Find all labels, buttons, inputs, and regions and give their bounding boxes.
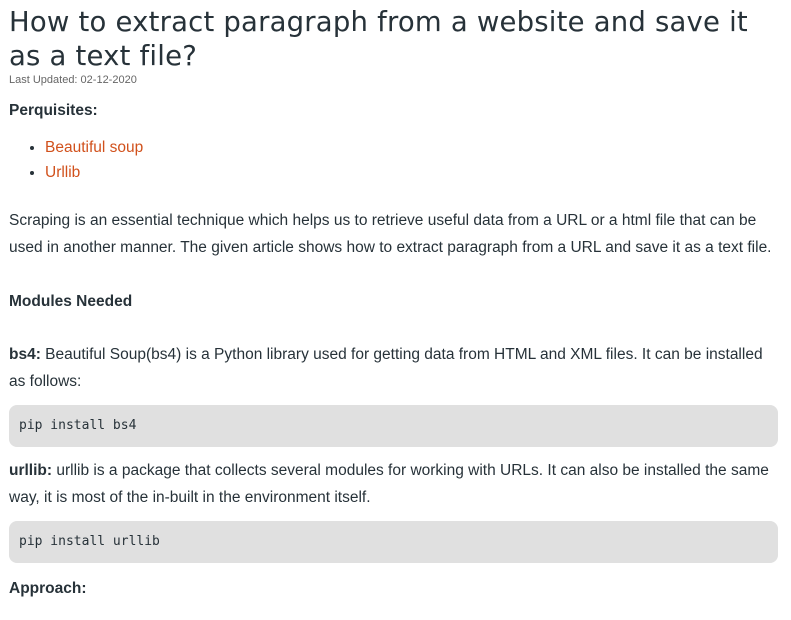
bs4-description: Beautiful Soup(bs4) is a Python library … — [9, 346, 763, 390]
urllib-term: urllib: — [9, 462, 53, 479]
list-item: Beautiful soup — [45, 135, 778, 160]
urllib-description: urllib is a package that collects severa… — [9, 462, 769, 506]
approach-heading: Approach: — [9, 580, 87, 597]
page-title: How to extract paragraph from a website … — [9, 6, 748, 72]
modules-needed-heading: Modules Needed — [9, 293, 133, 310]
intro-paragraph: Scraping is an essential technique which… — [9, 212, 772, 256]
urllib-code-block[interactable]: pip install urllib — [9, 521, 778, 563]
list-item: Urllib — [45, 160, 778, 185]
last-updated-date: Last Updated: 02-12-2020 — [9, 74, 137, 86]
urllib-link[interactable]: Urllib — [45, 164, 80, 181]
article: How to extract paragraph from a website … — [0, 0, 791, 620]
beautiful-soup-link[interactable]: Beautiful soup — [45, 139, 143, 156]
bs4-paragraph: bs4: Beautiful Soup(bs4) is a Python lib… — [9, 341, 778, 395]
prerequisites-list: Beautiful soup Urllib — [9, 135, 778, 185]
bs4-code-block[interactable]: pip install bs4 — [9, 405, 778, 447]
urllib-paragraph: urllib: urllib is a package that collect… — [9, 457, 778, 511]
bs4-term: bs4: — [9, 346, 41, 363]
prerequisites-heading: Perquisites: — [9, 102, 98, 119]
